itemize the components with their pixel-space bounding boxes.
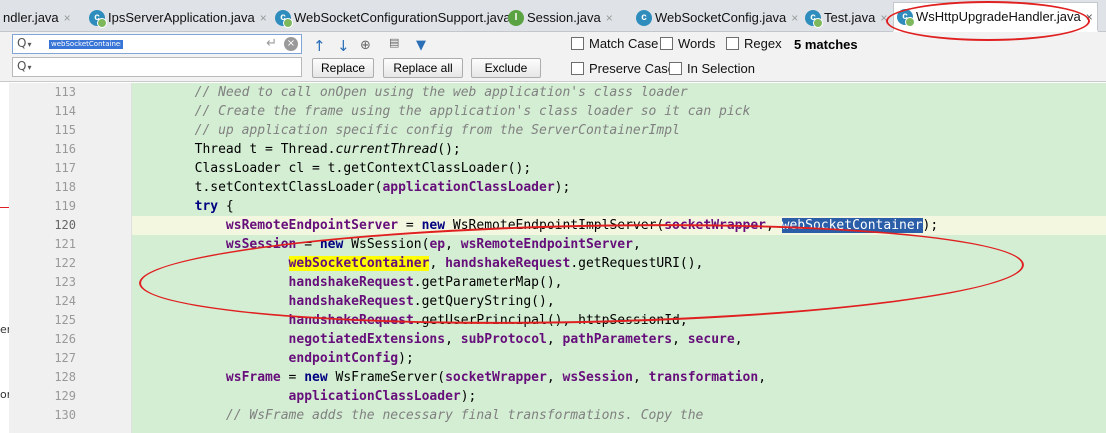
- line-number: 119: [54, 199, 76, 213]
- project-panel-edge: erl on: [0, 83, 9, 433]
- tab-handler-java[interactable]: ndler.java ×: [0, 3, 71, 32]
- code-editor[interactable]: erl on 113 114 115 116 117 118 119 120 121 122 123…: [0, 83, 1106, 433]
- next-occurrence-icon[interactable]: ↓: [337, 37, 350, 55]
- tab-label: WebSocketConfigurationSupport.java: [294, 10, 511, 25]
- line-number: 113: [54, 85, 76, 99]
- code-line[interactable]: t.setContextClassLoader(applicationClass…: [132, 178, 1106, 197]
- close-icon[interactable]: ×: [260, 11, 267, 25]
- match-count: 5 matches: [794, 37, 858, 52]
- line-number: 126: [54, 332, 76, 346]
- code-line[interactable]: handshakeRequest.getUserPrincipal(), htt…: [132, 311, 1106, 330]
- code-line[interactable]: endpointConfig);: [132, 349, 1106, 368]
- tab-label: Session.java: [527, 10, 601, 25]
- close-icon[interactable]: ×: [64, 11, 71, 25]
- line-number: 130: [54, 408, 76, 422]
- tab-label: WsHttpUpgradeHandler.java: [916, 9, 1081, 24]
- in-selection-checkbox[interactable]: In Selection: [669, 61, 755, 76]
- code-line[interactable]: webSocketContainer, handshakeRequest.get…: [132, 254, 1106, 273]
- project-item-fragment: erl: [0, 323, 9, 336]
- tab-websocket-config[interactable]: c WebSocketConfig.java ×: [633, 3, 798, 32]
- code-line[interactable]: try {: [132, 197, 1106, 216]
- project-item-fragment: on: [0, 388, 9, 401]
- class-icon: c: [636, 9, 652, 26]
- class-gear-icon: c: [89, 9, 107, 28]
- regex-checkbox[interactable]: Regex: [726, 36, 782, 51]
- close-icon[interactable]: ×: [606, 11, 613, 25]
- line-number: 114: [54, 104, 76, 118]
- previous-occurrence-icon[interactable]: ↑: [313, 37, 326, 55]
- replace-button[interactable]: Replace: [312, 58, 374, 78]
- code-line[interactable]: handshakeRequest.getQueryString(),: [132, 292, 1106, 311]
- search-input[interactable]: [49, 40, 123, 49]
- tab-label: ndler.java: [3, 10, 59, 25]
- line-number: 125: [54, 313, 76, 327]
- code-line[interactable]: applicationClassLoader);: [132, 387, 1106, 406]
- code-line[interactable]: wsSession = new WsSession(ep, wsRemoteEn…: [132, 235, 1106, 254]
- replace-history-icon[interactable]: Q▾: [17, 59, 31, 73]
- tab-ws-http-upgrade-handler[interactable]: c WsHttpUpgradeHandler.java ×: [893, 2, 1098, 32]
- editor-tab-strip: ndler.java × c IpsServerApplication.java…: [0, 0, 1106, 32]
- line-number: 118: [54, 180, 76, 194]
- tab-label: WebSocketConfig.java: [655, 10, 787, 25]
- code-line[interactable]: // up application specific config from t…: [132, 121, 1106, 140]
- line-number: 129: [54, 389, 76, 403]
- match-case-checkbox[interactable]: Match Case: [571, 36, 658, 51]
- line-number: 120: [54, 218, 76, 232]
- tab-test[interactable]: c Test.java ×: [802, 3, 887, 32]
- line-number-gutter: 113 114 115 116 117 118 119 120 121 122 123 124 125 1…: [9, 83, 132, 433]
- code-line[interactable]: // WsFrame adds the necessary final tran…: [132, 406, 1106, 425]
- code-line[interactable]: // Need to call onOpen using the web app…: [132, 83, 1106, 102]
- close-icon[interactable]: ×: [880, 11, 887, 25]
- filter-icon[interactable]: ▼: [416, 38, 426, 53]
- class-gear-icon: c: [805, 9, 823, 28]
- tab-session[interactable]: I Session.java ×: [505, 3, 613, 32]
- line-number: 128: [54, 370, 76, 384]
- replace-field[interactable]: Q▾: [12, 57, 302, 77]
- interface-icon: I: [508, 9, 524, 26]
- tab-label: Test.java: [824, 10, 876, 25]
- preserve-case-checkbox[interactable]: Preserve Case: [571, 61, 675, 76]
- words-checkbox[interactable]: Words: [660, 36, 715, 51]
- search-history-icon[interactable]: Q▾: [17, 36, 31, 50]
- close-icon[interactable]: ×: [1086, 10, 1093, 24]
- code-line[interactable]: // Create the frame using the applicatio…: [132, 102, 1106, 121]
- clear-search-icon[interactable]: ×: [284, 37, 298, 51]
- line-number: 124: [54, 294, 76, 308]
- tab-label: IpsServerApplication.java: [108, 10, 255, 25]
- code-area[interactable]: // Need to call onOpen using the web app…: [132, 83, 1106, 433]
- line-number: 115: [54, 123, 76, 137]
- find-word-icon[interactable]: ⊕: [360, 38, 371, 53]
- close-icon[interactable]: ×: [791, 11, 798, 25]
- find-replace-panel: Q▾ ↵ × Q▾ ↑ ↓ ⊕ ▤ ▼ Replace Replace all …: [0, 32, 1106, 82]
- code-line[interactable]: Thread t = Thread.currentThread();: [132, 140, 1106, 159]
- tab-ips-server-application[interactable]: c IpsServerApplication.java ×: [86, 3, 267, 32]
- line-number: 122: [54, 256, 76, 270]
- tab-websocket-configuration-support[interactable]: c WebSocketConfigurationSupport.java ×: [272, 3, 523, 32]
- code-line[interactable]: wsRemoteEndpointServer = new WsRemoteEnd…: [132, 216, 1106, 235]
- line-number: 127: [54, 351, 76, 365]
- code-line[interactable]: handshakeRequest.getParameterMap(),: [132, 273, 1106, 292]
- code-line[interactable]: negotiatedExtensions, subProtocol, pathP…: [132, 330, 1106, 349]
- search-field[interactable]: Q▾ ↵ ×: [12, 34, 302, 54]
- code-line[interactable]: ClassLoader cl = t.getContextClassLoader…: [132, 159, 1106, 178]
- class-gear-icon: c: [275, 9, 293, 28]
- new-line-icon[interactable]: ↵: [266, 36, 277, 51]
- line-number: 117: [54, 161, 76, 175]
- line-number: 121: [54, 237, 76, 251]
- class-gear-icon: c: [897, 8, 915, 27]
- line-number: 116: [54, 142, 76, 156]
- code-line[interactable]: wsFrame = new WsFrameServer(socketWrappe…: [132, 368, 1106, 387]
- replace-all-button[interactable]: Replace all: [383, 58, 463, 78]
- line-number: 123: [54, 275, 76, 289]
- exclude-button[interactable]: Exclude: [471, 58, 541, 78]
- select-all-occurrences-icon[interactable]: ▤: [389, 36, 399, 49]
